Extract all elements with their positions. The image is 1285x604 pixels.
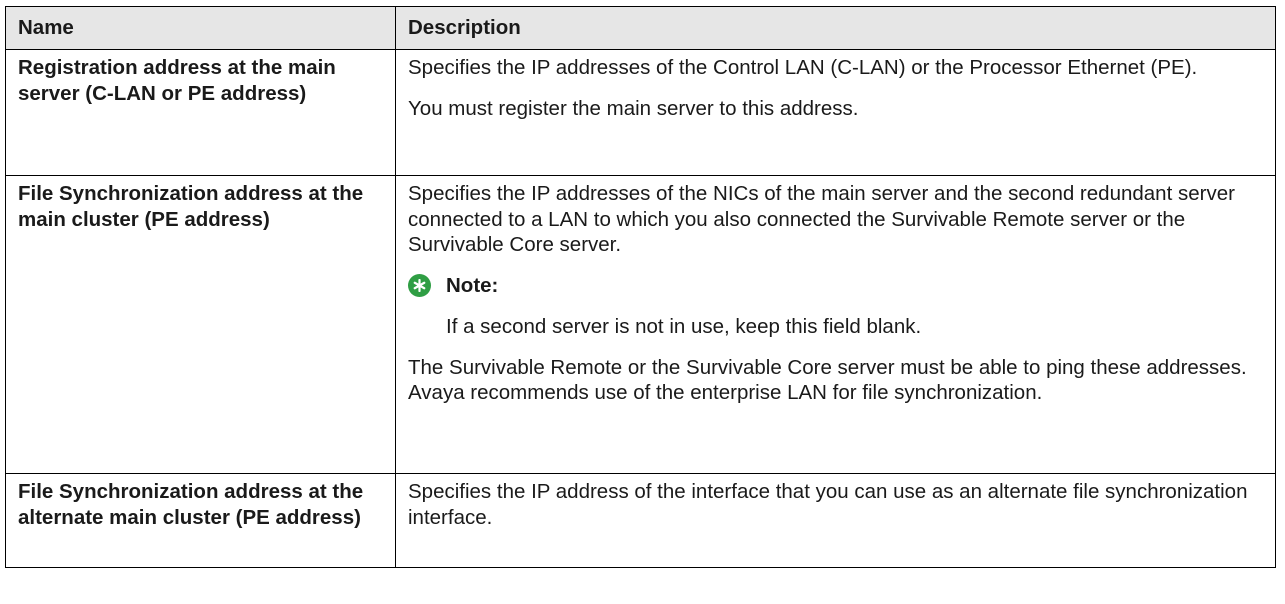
description-paragraph: Specifies the IP addresses of the NICs o… bbox=[408, 182, 1235, 256]
description-paragraph: Specifies the IP address of the interfac… bbox=[408, 480, 1248, 529]
note-header: Note: bbox=[408, 273, 1263, 299]
table-header-row: Name Description bbox=[5, 6, 1276, 50]
row-name-registration-address: Registration address at the main server … bbox=[5, 49, 396, 176]
row-description: Specifies the IP addresses of the NICs o… bbox=[395, 175, 1276, 474]
header-description: Description bbox=[395, 6, 1276, 50]
description-paragraph: The Survivable Remote or the Survivable … bbox=[408, 355, 1247, 405]
table-row: File Synchronization address at the main… bbox=[5, 175, 1276, 474]
note-block: Note: If a second server is not in use, … bbox=[408, 273, 1263, 340]
row-name-file-sync-alternate-cluster: File Synchronization address at the alte… bbox=[5, 473, 396, 568]
description-paragraph: Specifies the IP addresses of the Contro… bbox=[408, 56, 1198, 79]
field-description-table: Name Description Registration address at… bbox=[5, 6, 1276, 568]
row-name-file-sync-main-cluster: File Synchronization address at the main… bbox=[5, 175, 396, 474]
row-description: Specifies the IP address of the interfac… bbox=[395, 473, 1276, 568]
row-description: Specifies the IP addresses of the Contro… bbox=[395, 49, 1276, 176]
header-name: Name bbox=[5, 6, 396, 50]
description-paragraph: You must register the main server to thi… bbox=[408, 96, 859, 120]
asterisk-note-icon bbox=[408, 273, 431, 297]
table-row: File Synchronization address at the alte… bbox=[5, 473, 1276, 568]
note-text: If a second server is not in use, keep t… bbox=[446, 315, 922, 338]
table-row: Registration address at the main server … bbox=[5, 49, 1276, 176]
note-label: Note: bbox=[446, 273, 499, 297]
